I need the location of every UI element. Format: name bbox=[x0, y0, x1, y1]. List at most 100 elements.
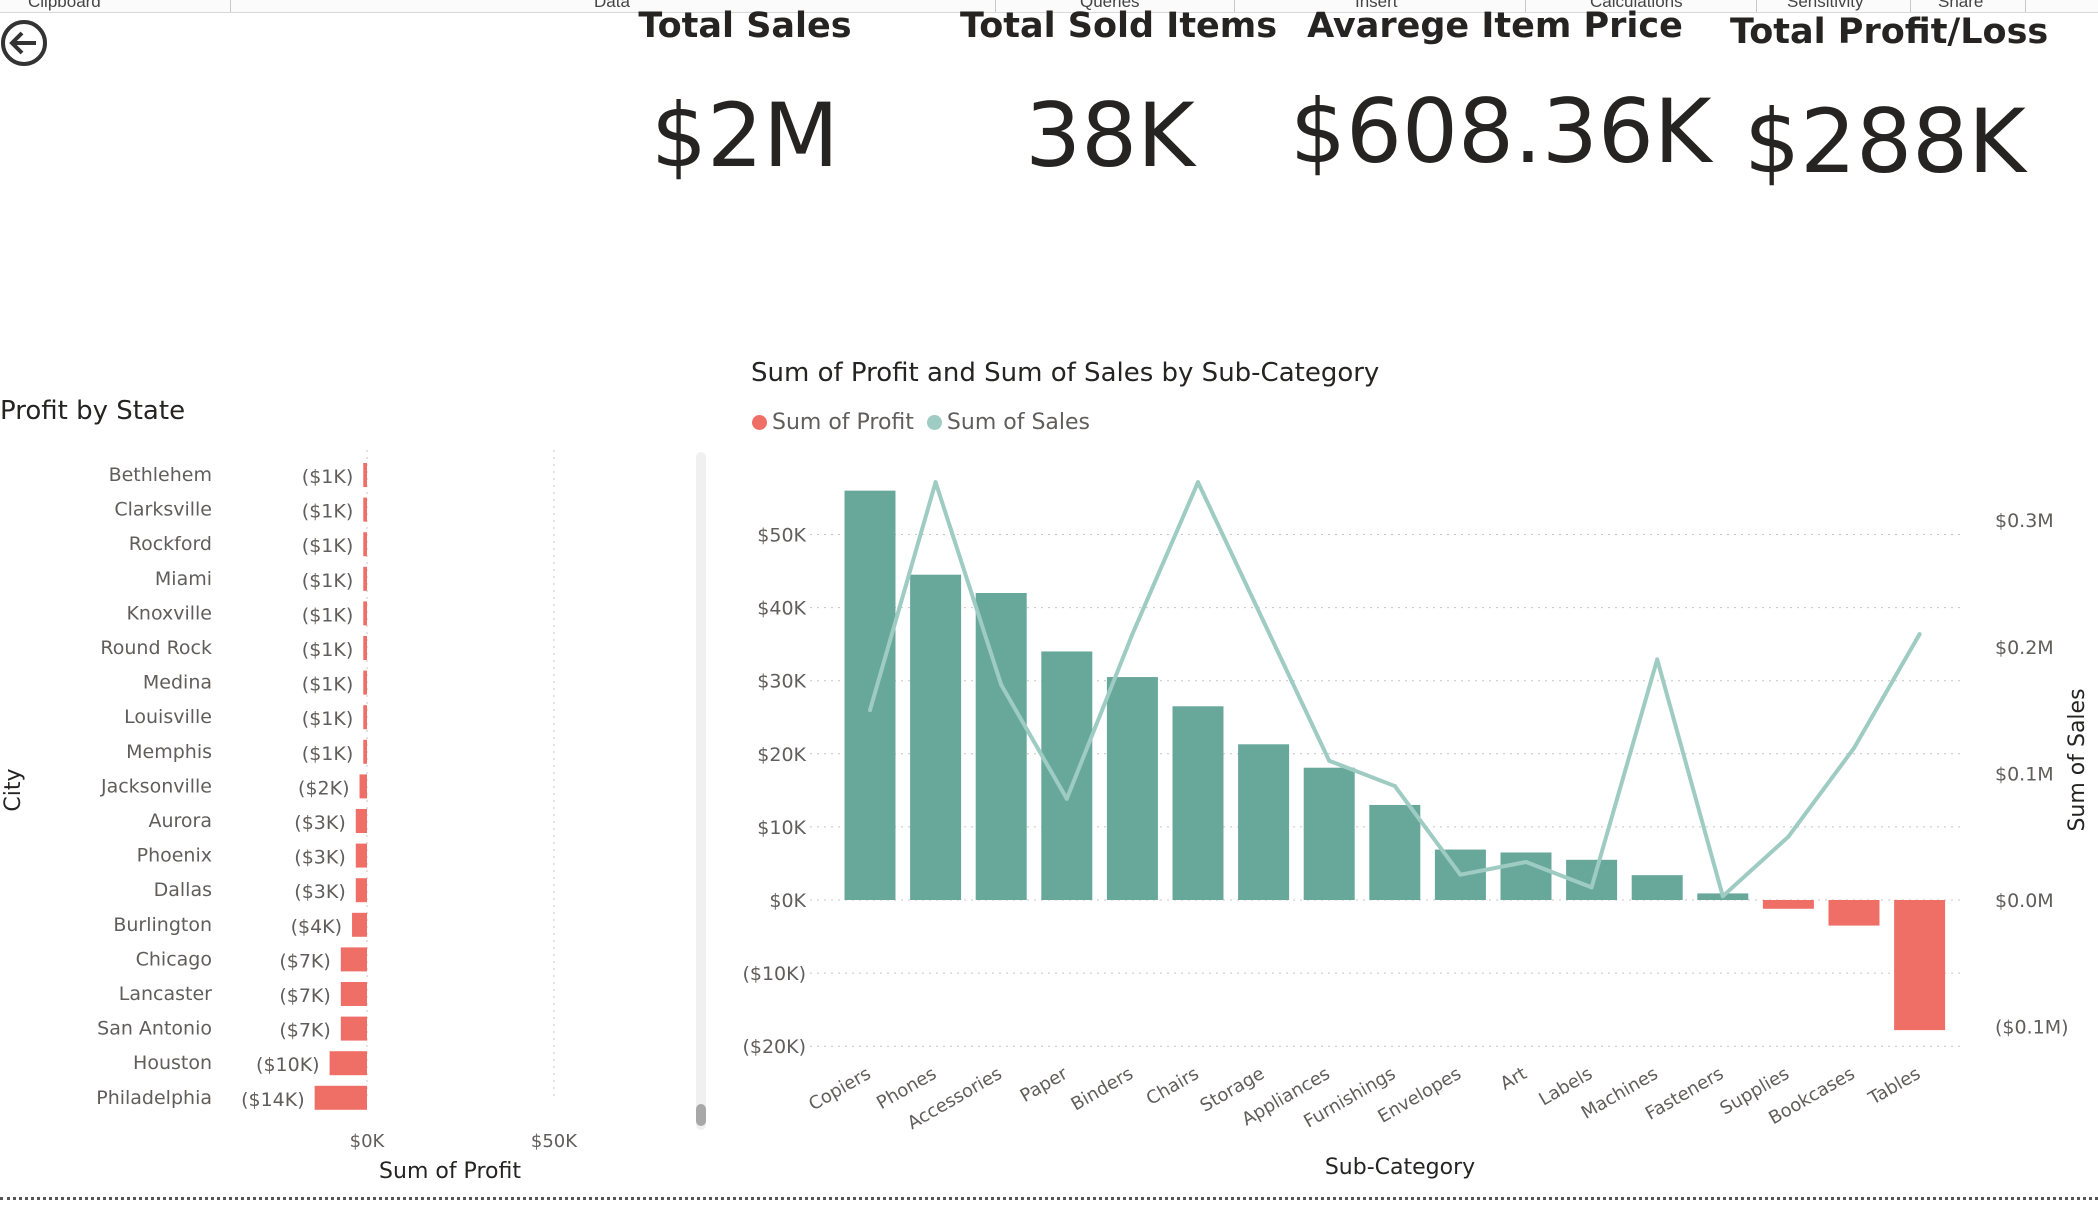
profit-bar bbox=[363, 532, 367, 557]
profit-bar bbox=[975, 592, 1027, 900]
y-tick-label: ($20K) bbox=[742, 1036, 806, 1058]
data-label: ($3K) bbox=[294, 881, 345, 903]
x-axis-title: Sub-Category bbox=[1325, 1155, 1475, 1180]
y-tick-label: ($10K) bbox=[742, 963, 806, 985]
x-tick-label: Binders bbox=[1067, 1063, 1136, 1115]
back-arrow-icon[interactable] bbox=[0, 18, 50, 68]
profit-bar bbox=[329, 1051, 367, 1076]
y-tick-label: $20K bbox=[757, 744, 806, 766]
kpi-value: $2M bbox=[651, 84, 839, 187]
profit-bar bbox=[844, 490, 896, 900]
kpi-title: Total Sales bbox=[638, 6, 852, 46]
sales-point bbox=[1786, 834, 1791, 839]
profit-bar bbox=[314, 1085, 367, 1110]
city-label: Jacksonville bbox=[100, 775, 212, 797]
profit-bar bbox=[355, 878, 367, 903]
profit-bar bbox=[363, 670, 367, 695]
sales-point bbox=[1720, 894, 1725, 899]
kpi-title: Avarege Item Price bbox=[1307, 6, 1683, 46]
city-label: Rockford bbox=[129, 533, 212, 555]
profit-bar bbox=[1762, 900, 1814, 909]
kpi-value: $288K bbox=[1744, 90, 2026, 193]
profit-bar bbox=[352, 912, 367, 937]
profit-bar bbox=[363, 705, 367, 730]
kpi-value: 38K bbox=[1025, 84, 1195, 187]
profit-bar bbox=[355, 809, 367, 833]
legend-dot-profit-icon bbox=[752, 415, 767, 430]
profit-by-state-chart: Bethlehem ($1K) Clarksville ($1K) Rockford ($… bbox=[1, 450, 578, 1184]
sales-point bbox=[1589, 885, 1594, 890]
city-label: Bethlehem bbox=[109, 464, 212, 486]
profit-bar bbox=[363, 566, 367, 591]
left-chart-scrollbar[interactable] bbox=[696, 452, 706, 1130]
x-tick-label: $0K bbox=[350, 1131, 386, 1152]
city-label: Lancaster bbox=[119, 983, 212, 1005]
city-label: Houston bbox=[133, 1052, 212, 1074]
x-tick-label: Chairs bbox=[1143, 1063, 1203, 1110]
legend-label-profit: Sum of Profit bbox=[772, 410, 914, 435]
ribbon-label-clipboard[interactable]: Clipboard bbox=[28, 0, 101, 12]
profit-bar bbox=[363, 601, 367, 626]
data-label: ($1K) bbox=[302, 708, 353, 730]
ribbon-label-share[interactable]: Share bbox=[1938, 0, 1983, 12]
profit-bar bbox=[1238, 744, 1290, 900]
legend-item-sales[interactable]: Sum of Sales bbox=[926, 410, 1090, 435]
city-label: Burlington bbox=[113, 914, 212, 936]
kpi-card-average-item-price: Avarege Item Price $608.36K bbox=[1290, 6, 1712, 183]
y-axis-title: City bbox=[1, 768, 26, 811]
y-tick-label: $30K bbox=[757, 671, 806, 693]
y2-tick-label: $0.1M bbox=[1995, 763, 2054, 785]
data-label: ($7K) bbox=[279, 985, 330, 1007]
left-chart-title: Profit by State bbox=[0, 396, 186, 426]
data-label: ($1K) bbox=[302, 674, 353, 696]
legend-item-profit[interactable]: Sum of Profit bbox=[752, 410, 914, 435]
sales-point bbox=[1655, 657, 1660, 662]
kpi-title: Total Profit/Loss bbox=[1730, 12, 2049, 52]
y-tick-label: $0K bbox=[769, 890, 806, 912]
profit-bar bbox=[363, 463, 367, 487]
data-label: ($1K) bbox=[302, 535, 353, 557]
city-label: Dallas bbox=[154, 879, 212, 901]
right-chart-title: Sum of Profit and Sum of Sales by Sub-Ca… bbox=[751, 358, 1380, 388]
y-tick-label: $50K bbox=[757, 525, 806, 547]
scrollbar-thumb[interactable] bbox=[696, 1104, 706, 1126]
data-label: ($1K) bbox=[302, 501, 353, 523]
sales-point bbox=[999, 682, 1004, 687]
profit-bar bbox=[340, 1016, 367, 1041]
profit-bar bbox=[355, 843, 367, 868]
profit-bar bbox=[340, 982, 367, 1006]
city-label: Round Rock bbox=[100, 637, 212, 659]
chart-legend: Sum of Profit Sum of Sales bbox=[752, 410, 1090, 435]
data-label: ($4K) bbox=[291, 916, 342, 938]
profit-bar bbox=[363, 739, 367, 764]
x-tick-label: $50K bbox=[531, 1131, 578, 1152]
sales-point bbox=[933, 480, 938, 485]
profit-bar bbox=[1631, 875, 1683, 900]
city-label: San Antonio bbox=[97, 1018, 212, 1040]
sales-point bbox=[1327, 758, 1332, 763]
profit-bar bbox=[1828, 900, 1880, 926]
legend-dot-sales-icon bbox=[926, 415, 942, 430]
city-label: Miami bbox=[155, 568, 212, 590]
ribbon-label-sensitivity[interactable]: Sensitivity bbox=[1787, 0, 1864, 12]
city-label: Phoenix bbox=[137, 845, 212, 867]
profit-sales-by-subcategory-chart: $50K $40K $30K $20K $10K $0K ($10K) ($20K) $0.3M… bbox=[742, 480, 2090, 1180]
y-tick-label: $10K bbox=[757, 817, 806, 839]
profit-bar bbox=[910, 574, 962, 900]
sales-point bbox=[1917, 632, 1922, 637]
data-label: ($14K) bbox=[241, 1089, 305, 1111]
y2-tick-label: ($0.1M) bbox=[1995, 1017, 2069, 1039]
data-label: ($3K) bbox=[294, 847, 345, 869]
sales-point bbox=[868, 708, 872, 713]
sales-point bbox=[1458, 872, 1463, 877]
profit-bar bbox=[1041, 651, 1093, 900]
sales-point bbox=[1130, 632, 1135, 637]
data-label: ($7K) bbox=[279, 1020, 330, 1042]
city-label: Medina bbox=[143, 672, 212, 694]
city-label: Clarksville bbox=[114, 499, 212, 521]
x-axis-title: Sum of Profit bbox=[379, 1159, 521, 1184]
city-label: Philadelphia bbox=[96, 1087, 212, 1109]
city-label: Louisville bbox=[124, 706, 212, 728]
kpi-card-total-sales: Total Sales $2M bbox=[600, 6, 890, 187]
data-label: ($1K) bbox=[302, 604, 353, 626]
